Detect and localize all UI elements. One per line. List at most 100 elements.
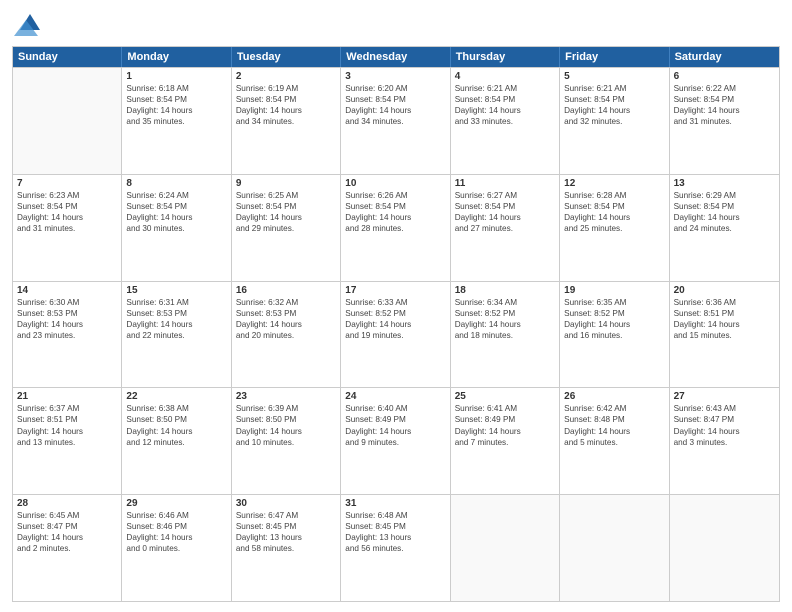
calendar-cell: 7Sunrise: 6:23 AM Sunset: 8:54 PM Daylig… [13,175,122,281]
day-info: Sunrise: 6:47 AM Sunset: 8:45 PM Dayligh… [236,510,336,554]
day-number: 18 [455,285,555,296]
calendar-cell: 31Sunrise: 6:48 AM Sunset: 8:45 PM Dayli… [341,495,450,601]
day-info: Sunrise: 6:25 AM Sunset: 8:54 PM Dayligh… [236,190,336,234]
day-info: Sunrise: 6:40 AM Sunset: 8:49 PM Dayligh… [345,403,445,447]
calendar-cell [560,495,669,601]
day-number: 1 [126,71,226,82]
day-number: 29 [126,498,226,509]
calendar-header: SundayMondayTuesdayWednesdayThursdayFrid… [13,47,779,67]
calendar-cell [13,68,122,174]
header-cell-sunday: Sunday [13,47,122,67]
calendar-cell: 12Sunrise: 6:28 AM Sunset: 8:54 PM Dayli… [560,175,669,281]
day-number: 17 [345,285,445,296]
day-info: Sunrise: 6:39 AM Sunset: 8:50 PM Dayligh… [236,403,336,447]
day-number: 5 [564,71,664,82]
calendar-cell: 27Sunrise: 6:43 AM Sunset: 8:47 PM Dayli… [670,388,779,494]
day-number: 15 [126,285,226,296]
day-number: 4 [455,71,555,82]
calendar-row: 21Sunrise: 6:37 AM Sunset: 8:51 PM Dayli… [13,387,779,494]
calendar-cell: 23Sunrise: 6:39 AM Sunset: 8:50 PM Dayli… [232,388,341,494]
calendar-cell: 18Sunrise: 6:34 AM Sunset: 8:52 PM Dayli… [451,282,560,388]
calendar-row: 1Sunrise: 6:18 AM Sunset: 8:54 PM Daylig… [13,67,779,174]
calendar-cell: 17Sunrise: 6:33 AM Sunset: 8:52 PM Dayli… [341,282,450,388]
day-number: 6 [674,71,775,82]
day-info: Sunrise: 6:30 AM Sunset: 8:53 PM Dayligh… [17,297,117,341]
day-info: Sunrise: 6:38 AM Sunset: 8:50 PM Dayligh… [126,403,226,447]
calendar-cell: 5Sunrise: 6:21 AM Sunset: 8:54 PM Daylig… [560,68,669,174]
day-number: 23 [236,391,336,402]
header [12,10,780,40]
calendar-cell: 1Sunrise: 6:18 AM Sunset: 8:54 PM Daylig… [122,68,231,174]
calendar-cell: 13Sunrise: 6:29 AM Sunset: 8:54 PM Dayli… [670,175,779,281]
day-info: Sunrise: 6:31 AM Sunset: 8:53 PM Dayligh… [126,297,226,341]
header-cell-wednesday: Wednesday [341,47,450,67]
day-number: 12 [564,178,664,189]
calendar-cell: 26Sunrise: 6:42 AM Sunset: 8:48 PM Dayli… [560,388,669,494]
page: SundayMondayTuesdayWednesdayThursdayFrid… [0,0,792,612]
header-cell-monday: Monday [122,47,231,67]
day-number: 20 [674,285,775,296]
day-info: Sunrise: 6:20 AM Sunset: 8:54 PM Dayligh… [345,83,445,127]
calendar-cell: 6Sunrise: 6:22 AM Sunset: 8:54 PM Daylig… [670,68,779,174]
day-number: 22 [126,391,226,402]
calendar-cell: 24Sunrise: 6:40 AM Sunset: 8:49 PM Dayli… [341,388,450,494]
day-info: Sunrise: 6:42 AM Sunset: 8:48 PM Dayligh… [564,403,664,447]
day-number: 31 [345,498,445,509]
day-info: Sunrise: 6:36 AM Sunset: 8:51 PM Dayligh… [674,297,775,341]
logo-icon [12,10,42,40]
day-number: 16 [236,285,336,296]
day-info: Sunrise: 6:34 AM Sunset: 8:52 PM Dayligh… [455,297,555,341]
calendar-body: 1Sunrise: 6:18 AM Sunset: 8:54 PM Daylig… [13,67,779,601]
day-info: Sunrise: 6:41 AM Sunset: 8:49 PM Dayligh… [455,403,555,447]
calendar-cell: 3Sunrise: 6:20 AM Sunset: 8:54 PM Daylig… [341,68,450,174]
day-info: Sunrise: 6:19 AM Sunset: 8:54 PM Dayligh… [236,83,336,127]
day-number: 19 [564,285,664,296]
calendar-row: 14Sunrise: 6:30 AM Sunset: 8:53 PM Dayli… [13,281,779,388]
logo [12,10,46,40]
calendar-cell: 16Sunrise: 6:32 AM Sunset: 8:53 PM Dayli… [232,282,341,388]
calendar-cell: 29Sunrise: 6:46 AM Sunset: 8:46 PM Dayli… [122,495,231,601]
calendar: SundayMondayTuesdayWednesdayThursdayFrid… [12,46,780,602]
calendar-cell: 14Sunrise: 6:30 AM Sunset: 8:53 PM Dayli… [13,282,122,388]
calendar-cell: 15Sunrise: 6:31 AM Sunset: 8:53 PM Dayli… [122,282,231,388]
day-number: 24 [345,391,445,402]
calendar-cell: 2Sunrise: 6:19 AM Sunset: 8:54 PM Daylig… [232,68,341,174]
day-number: 3 [345,71,445,82]
calendar-cell [670,495,779,601]
day-number: 10 [345,178,445,189]
day-number: 30 [236,498,336,509]
header-cell-tuesday: Tuesday [232,47,341,67]
day-info: Sunrise: 6:24 AM Sunset: 8:54 PM Dayligh… [126,190,226,234]
day-info: Sunrise: 6:35 AM Sunset: 8:52 PM Dayligh… [564,297,664,341]
day-info: Sunrise: 6:45 AM Sunset: 8:47 PM Dayligh… [17,510,117,554]
calendar-cell: 9Sunrise: 6:25 AM Sunset: 8:54 PM Daylig… [232,175,341,281]
day-number: 2 [236,71,336,82]
day-info: Sunrise: 6:18 AM Sunset: 8:54 PM Dayligh… [126,83,226,127]
calendar-row: 28Sunrise: 6:45 AM Sunset: 8:47 PM Dayli… [13,494,779,601]
day-info: Sunrise: 6:37 AM Sunset: 8:51 PM Dayligh… [17,403,117,447]
day-number: 11 [455,178,555,189]
calendar-cell: 4Sunrise: 6:21 AM Sunset: 8:54 PM Daylig… [451,68,560,174]
day-info: Sunrise: 6:46 AM Sunset: 8:46 PM Dayligh… [126,510,226,554]
day-number: 26 [564,391,664,402]
calendar-cell: 10Sunrise: 6:26 AM Sunset: 8:54 PM Dayli… [341,175,450,281]
day-number: 9 [236,178,336,189]
calendar-cell: 21Sunrise: 6:37 AM Sunset: 8:51 PM Dayli… [13,388,122,494]
day-info: Sunrise: 6:48 AM Sunset: 8:45 PM Dayligh… [345,510,445,554]
day-info: Sunrise: 6:28 AM Sunset: 8:54 PM Dayligh… [564,190,664,234]
day-info: Sunrise: 6:29 AM Sunset: 8:54 PM Dayligh… [674,190,775,234]
day-number: 14 [17,285,117,296]
calendar-cell: 30Sunrise: 6:47 AM Sunset: 8:45 PM Dayli… [232,495,341,601]
calendar-row: 7Sunrise: 6:23 AM Sunset: 8:54 PM Daylig… [13,174,779,281]
day-info: Sunrise: 6:43 AM Sunset: 8:47 PM Dayligh… [674,403,775,447]
calendar-cell: 19Sunrise: 6:35 AM Sunset: 8:52 PM Dayli… [560,282,669,388]
day-number: 8 [126,178,226,189]
calendar-cell: 25Sunrise: 6:41 AM Sunset: 8:49 PM Dayli… [451,388,560,494]
day-number: 21 [17,391,117,402]
header-cell-saturday: Saturday [670,47,779,67]
calendar-cell: 28Sunrise: 6:45 AM Sunset: 8:47 PM Dayli… [13,495,122,601]
header-cell-thursday: Thursday [451,47,560,67]
day-number: 28 [17,498,117,509]
day-number: 27 [674,391,775,402]
day-info: Sunrise: 6:27 AM Sunset: 8:54 PM Dayligh… [455,190,555,234]
